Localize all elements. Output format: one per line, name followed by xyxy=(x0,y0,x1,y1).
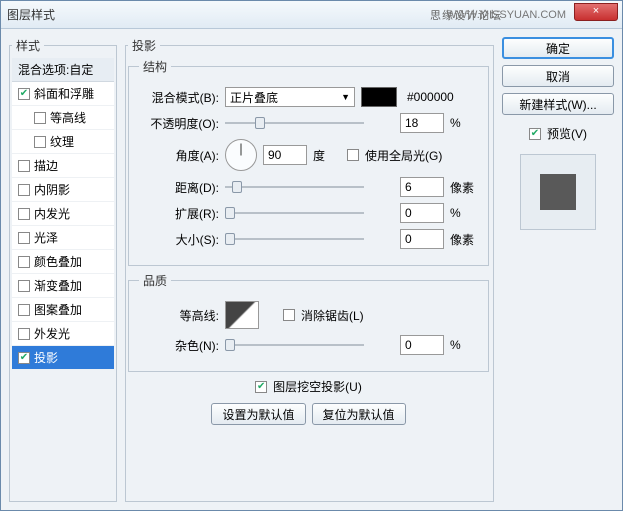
opacity-input[interactable]: 18 xyxy=(400,113,444,133)
size-slider[interactable] xyxy=(225,232,394,246)
layer-style-dialog: 图层样式 思缘设计论坛 WWW.MISSYUAN.COM × 样式 混合选项:自… xyxy=(0,0,623,511)
angle-unit: 度 xyxy=(313,147,341,164)
sidebar-item-label: 描边 xyxy=(34,157,58,174)
watermark-url: WWW.MISSYUAN.COM xyxy=(446,9,566,21)
effect-checkbox[interactable] xyxy=(18,280,30,292)
distance-label: 距离(D): xyxy=(139,179,219,196)
angle-dial[interactable] xyxy=(225,139,257,171)
size-input[interactable]: 0 xyxy=(400,229,444,249)
reset-default-button[interactable]: 复位为默认值 xyxy=(312,403,406,425)
blending-options-header[interactable]: 混合选项:自定 xyxy=(12,58,114,82)
sidebar-item[interactable]: 投影 xyxy=(12,346,114,370)
global-light-checkbox[interactable] xyxy=(347,149,359,161)
sidebar-item[interactable]: 斜面和浮雕 xyxy=(12,82,114,106)
noise-slider[interactable] xyxy=(225,338,394,352)
antialias-checkbox[interactable] xyxy=(283,309,295,321)
effect-checkbox[interactable] xyxy=(18,184,30,196)
contour-picker[interactable] xyxy=(225,301,259,329)
effect-checkbox[interactable] xyxy=(18,352,30,364)
sidebar-item[interactable]: 等高线 xyxy=(12,106,114,130)
noise-input[interactable]: 0 xyxy=(400,335,444,355)
spread-slider[interactable] xyxy=(225,206,394,220)
sidebar-item-label: 渐变叠加 xyxy=(34,277,82,294)
effect-checkbox[interactable] xyxy=(18,256,30,268)
preview-label: 预览(V) xyxy=(547,125,587,142)
blend-mode-label: 混合模式(B): xyxy=(139,89,219,106)
size-label: 大小(S): xyxy=(139,231,219,248)
preview-checkbox[interactable] xyxy=(529,128,541,140)
knockout-checkbox[interactable] xyxy=(255,381,267,393)
sidebar-item-label: 斜面和浮雕 xyxy=(34,85,94,102)
sidebar-item[interactable]: 外发光 xyxy=(12,322,114,346)
preview-thumbnail xyxy=(520,154,596,230)
new-style-button[interactable]: 新建样式(W)... xyxy=(502,93,614,115)
sidebar-item-label: 内发光 xyxy=(34,205,70,222)
sidebar-item[interactable]: 描边 xyxy=(12,154,114,178)
sidebar-item[interactable]: 图案叠加 xyxy=(12,298,114,322)
sidebar-item-label: 内阴影 xyxy=(34,181,70,198)
effect-legend: 投影 xyxy=(128,37,160,54)
structure-legend: 结构 xyxy=(139,58,171,75)
effect-checkbox[interactable] xyxy=(18,88,30,100)
opacity-unit: % xyxy=(450,116,478,130)
sidebar-item-label: 等高线 xyxy=(50,109,86,126)
blend-mode-select[interactable]: 正片叠底 ▼ xyxy=(225,87,355,107)
noise-unit: % xyxy=(450,338,478,352)
effect-checkbox[interactable] xyxy=(18,328,30,340)
angle-label: 角度(A): xyxy=(139,147,219,164)
sidebar-item-label: 投影 xyxy=(34,349,58,366)
distance-slider[interactable] xyxy=(225,180,394,194)
titlebar[interactable]: 图层样式 思缘设计论坛 WWW.MISSYUAN.COM × xyxy=(1,1,622,29)
close-button[interactable]: × xyxy=(574,3,618,21)
spread-input[interactable]: 0 xyxy=(400,203,444,223)
effect-checkbox[interactable] xyxy=(18,208,30,220)
sidebar-item-label: 光泽 xyxy=(34,229,58,246)
effect-checkbox[interactable] xyxy=(18,232,30,244)
contour-label: 等高线: xyxy=(139,307,219,324)
effect-checkbox[interactable] xyxy=(18,304,30,316)
spread-label: 扩展(R): xyxy=(139,205,219,222)
sidebar-item[interactable]: 纹理 xyxy=(12,130,114,154)
quality-legend: 品质 xyxy=(139,272,171,289)
angle-input[interactable]: 90 xyxy=(263,145,307,165)
sidebar-item-label: 外发光 xyxy=(34,325,70,342)
distance-input[interactable]: 6 xyxy=(400,177,444,197)
styles-legend: 样式 xyxy=(12,37,44,54)
blend-mode-value: 正片叠底 xyxy=(230,89,278,106)
size-unit: 像素 xyxy=(450,231,478,248)
color-hex: #000000 xyxy=(407,90,454,104)
action-column: 确定 取消 新建样式(W)... 预览(V) xyxy=(502,37,614,502)
sidebar-item[interactable]: 内阴影 xyxy=(12,178,114,202)
sidebar-item[interactable]: 内发光 xyxy=(12,202,114,226)
effect-checkbox[interactable] xyxy=(34,112,46,124)
sidebar-item[interactable]: 颜色叠加 xyxy=(12,250,114,274)
styles-sidebar: 样式 混合选项:自定 斜面和浮雕等高线纹理描边内阴影内发光光泽颜色叠加渐变叠加图… xyxy=(9,37,117,502)
effect-panel: 投影 结构 混合模式(B): 正片叠底 ▼ #000000 不透明度(O): 1… xyxy=(125,37,494,502)
knockout-label: 图层挖空投影(U) xyxy=(273,378,362,395)
color-swatch[interactable] xyxy=(361,87,397,107)
sidebar-item[interactable]: 渐变叠加 xyxy=(12,274,114,298)
structure-group: 结构 混合模式(B): 正片叠底 ▼ #000000 不透明度(O): 18 % xyxy=(128,58,489,266)
global-light-label: 使用全局光(G) xyxy=(365,147,442,164)
sidebar-item-label: 纹理 xyxy=(50,133,74,150)
sidebar-item-label: 图案叠加 xyxy=(34,301,82,318)
window-title: 图层样式 xyxy=(7,6,55,23)
quality-group: 品质 等高线: 消除锯齿(L) 杂色(N): 0 % xyxy=(128,272,489,372)
sidebar-item[interactable]: 光泽 xyxy=(12,226,114,250)
ok-button[interactable]: 确定 xyxy=(502,37,614,59)
effect-checkbox[interactable] xyxy=(18,160,30,172)
sidebar-item-label: 颜色叠加 xyxy=(34,253,82,270)
distance-unit: 像素 xyxy=(450,179,478,196)
opacity-label: 不透明度(O): xyxy=(139,115,219,132)
cancel-button[interactable]: 取消 xyxy=(502,65,614,87)
opacity-slider[interactable] xyxy=(225,116,394,130)
noise-label: 杂色(N): xyxy=(139,337,219,354)
make-default-button[interactable]: 设置为默认值 xyxy=(211,403,305,425)
spread-unit: % xyxy=(450,206,478,220)
effect-checkbox[interactable] xyxy=(34,136,46,148)
chevron-down-icon: ▼ xyxy=(341,92,350,102)
antialias-label: 消除锯齿(L) xyxy=(301,307,364,324)
